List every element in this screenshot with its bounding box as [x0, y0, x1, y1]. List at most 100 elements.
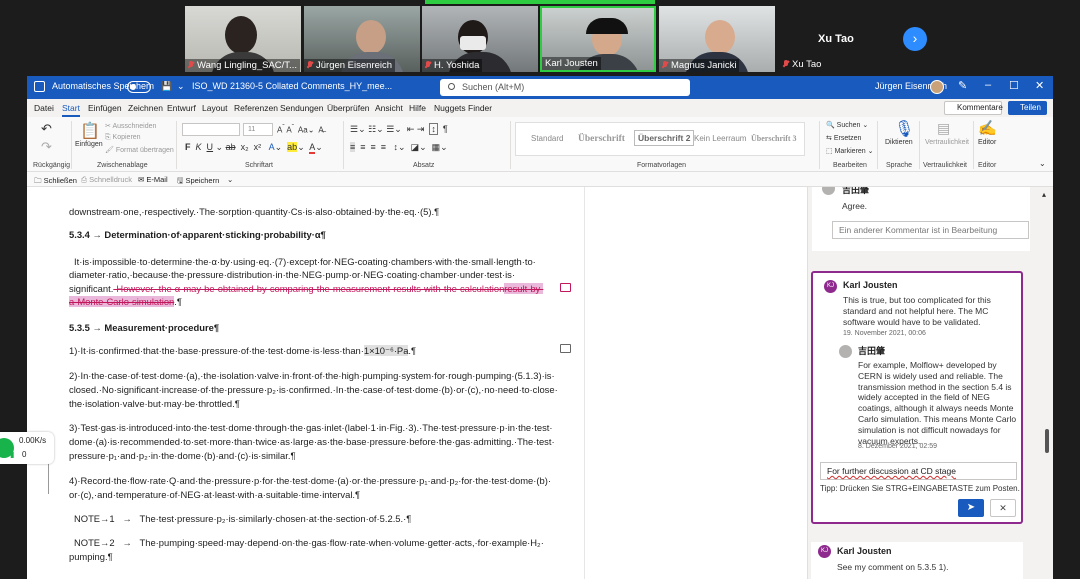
style-standard[interactable]: Standard [531, 134, 563, 143]
comment-marker-icon[interactable] [560, 283, 571, 292]
heading-5-3-5: 5.3.5 → Measurement·procedure¶ [69, 322, 220, 333]
share-button[interactable]: Teilen [1008, 101, 1047, 115]
word-window: Automatisches Speichern 💾 ⌄ ISO_WD 21360… [27, 76, 1053, 579]
step-4: 4)·Record·the·flow·rate·Q·and·the·pressu… [69, 475, 551, 486]
maximize-icon[interactable]: ☐ [1009, 79, 1019, 92]
video-tile-active[interactable]: Karl Jousten [540, 6, 656, 72]
tab-datei[interactable]: Datei [34, 103, 54, 113]
minimize-icon[interactable]: – [985, 79, 991, 91]
tab-hilfe[interactable]: Hilfe [409, 103, 426, 113]
comment-text: This is true, but too complicated for th… [843, 295, 991, 327]
style-heading2[interactable]: Überschrift 2 [634, 130, 695, 146]
next-page-button[interactable]: › [903, 27, 927, 51]
search-input[interactable]: Suchen (Alt+M) [440, 79, 690, 96]
format-painter-button[interactable]: 🖌 Format übertragen [105, 146, 174, 154]
quickprint-button[interactable]: ⎙ Schnelldruck [81, 175, 132, 185]
scrollbar-thumb[interactable] [1045, 429, 1049, 453]
reply-input-disabled[interactable]: Ein anderer Kommentar ist in Bearbeitung [832, 221, 1029, 239]
participant-name-large: Xu Tao [818, 33, 854, 45]
ribbon: ↶ ↷ Rückgängig 📋 Einfügen ✂ Ausschneiden… [27, 117, 1053, 172]
speech-group-label: Sprache [886, 162, 913, 169]
save-icon[interactable]: 💾 [161, 81, 172, 92]
comment-card[interactable]: 吉田肇 Agree. Ein anderer Kommentar ist in … [812, 187, 1030, 251]
reply-date: 8. Dezember 2021, 02:59 [858, 443, 937, 450]
replace-button[interactable]: ⇆ Ersetzen [826, 134, 861, 142]
tab-entwurf[interactable]: Entwurf [167, 103, 196, 113]
styles-gallery[interactable]: Standard Überschrift Überschrift 2 Kein … [515, 122, 805, 156]
font-name-select[interactable] [182, 123, 240, 136]
heading-5-3-4: 5.3.4 → Determination·of·apparent·sticki… [69, 229, 326, 240]
comment-marker-icon[interactable] [560, 344, 571, 353]
tab-zeichnen[interactable]: Zeichnen [128, 103, 163, 113]
style-heading3[interactable]: Überschrift 3 [751, 134, 797, 143]
font-format-icons[interactable]: F K U ⌄ ab x₂ x² A⌄ ab⌄ A⌄ [185, 142, 323, 154]
qat-more-icon[interactable]: ⌄ [177, 81, 185, 92]
ribbon-separator [510, 121, 511, 169]
tab-einfuegen[interactable]: Einfügen [88, 103, 122, 113]
quick-access-toolbar: 🗀 Schließen ⎙ Schnelldruck ✉ E-Mail 🖫 Sp… [27, 172, 1053, 187]
edit-group-label: Bearbeiten [833, 162, 867, 169]
doc-line: diameter·ratio,·because·the·pressure·dis… [69, 269, 515, 280]
close-icon: ✕ [999, 503, 1007, 513]
grow-font-icon[interactable]: Aˆ Aˇ Aa⌄ A̶ [277, 124, 324, 135]
reply-text: For example, Molflow+ developed by CERN … [858, 360, 1017, 446]
collapse-ribbon-icon[interactable]: ⌄ [1039, 159, 1046, 168]
tab-nuggets-finder[interactable]: Nuggets Finder [434, 103, 492, 113]
comments-button[interactable]: Kommentare [944, 101, 1003, 115]
editor-icon[interactable]: ✍ [978, 119, 997, 137]
tab-ueberpruefen[interactable]: Überprüfen [327, 103, 370, 113]
video-tile[interactable]: Jürgen Eisenreich [304, 6, 420, 72]
comment-card[interactable]: KJ Karl Jousten See my comment on 5.3.5 … [811, 542, 1023, 579]
document-title[interactable]: ISO_WD 21360-5 Collated Comments_HY_mee.… [192, 81, 392, 91]
autosave-toggle[interactable] [127, 81, 151, 93]
pen-icon[interactable]: ✎ [958, 79, 967, 92]
ribbon-separator [919, 121, 920, 169]
redo-icon[interactable]: ↷ [41, 139, 52, 155]
document-page[interactable]: downstream·one,·respectively.·The·sorpti… [27, 187, 807, 579]
align-icons[interactable]: ≡ ≡ ≡ ≡ ↕⌄ ◪⌄ ▦⌄ [350, 142, 448, 153]
tab-ansicht[interactable]: Ansicht [375, 103, 403, 113]
email-button[interactable]: ✉ E-Mail [138, 175, 168, 184]
avatar [822, 187, 835, 195]
sensitivity-group-label: Vertraulichkeit [923, 162, 967, 169]
style-heading1[interactable]: Überschrift [578, 134, 625, 144]
font-size-select[interactable]: 11 [243, 123, 273, 136]
sensitivity-button[interactable]: Vertraulichkeit [925, 139, 969, 146]
ribbon-separator [176, 121, 177, 169]
video-tile[interactable]: Wang Lingling_SAC/T... [185, 6, 301, 72]
tab-layout[interactable]: Layout [202, 103, 228, 113]
post-reply-button[interactable]: ➤ [958, 499, 984, 517]
tab-sendungen[interactable]: Sendungen [280, 103, 324, 113]
avatar[interactable] [930, 80, 944, 94]
editor-button[interactable]: Editor [978, 139, 996, 146]
step-2: the·isolation·valve·but·may·be·throttled… [69, 398, 240, 409]
find-button[interactable]: 🔍 Suchen ⌄ [826, 121, 868, 129]
paste-icon[interactable]: 📋 [80, 121, 100, 141]
paste-button[interactable]: Einfügen [75, 141, 103, 148]
copy-button[interactable]: ⎘ Kopieren [105, 134, 141, 142]
cancel-reply-button[interactable]: ✕ [990, 499, 1016, 517]
cut-button[interactable]: ✂ Ausschneiden [105, 122, 156, 130]
comment-text: Agree. [842, 201, 868, 211]
comment-card-active[interactable]: KJ Karl Jousten This is true, but too co… [811, 271, 1023, 524]
avatar: KJ [824, 280, 837, 293]
comments-scrollbar[interactable] [1044, 197, 1050, 567]
style-no-spacing[interactable]: Kein Leerraum [694, 134, 746, 143]
reply-input[interactable]: For further discussion at CD stage [820, 462, 1017, 480]
close-icon[interactable]: ✕ [1035, 79, 1044, 92]
doc-line: downstream·one,·respectively.·The·sorpti… [69, 206, 440, 217]
ribbon-separator [819, 121, 820, 169]
video-tile[interactable]: H. Yoshida [422, 6, 538, 72]
sensitivity-icon[interactable]: ▤ [937, 120, 950, 137]
undo-icon[interactable]: ↶ [41, 121, 52, 137]
qat-more-icon[interactable]: ⌄ [227, 175, 233, 184]
tab-referenzen[interactable]: Referenzen [234, 103, 278, 113]
participant-name: Xu Tao [783, 59, 821, 70]
dictate-button[interactable]: Diktieren [885, 139, 913, 146]
list-icons[interactable]: ☰⌄ ☷⌄ ☰⌄ ⇤ ⇥ ↕ ¶ [350, 123, 448, 135]
select-button[interactable]: ⬚ Markieren ⌄ [826, 147, 874, 155]
active-speaker-indicator [425, 0, 655, 4]
video-tile[interactable]: Magnus Janicki [659, 6, 775, 72]
microphone-icon[interactable]: 🎙 [894, 119, 914, 139]
tab-start[interactable]: Start [62, 103, 80, 117]
